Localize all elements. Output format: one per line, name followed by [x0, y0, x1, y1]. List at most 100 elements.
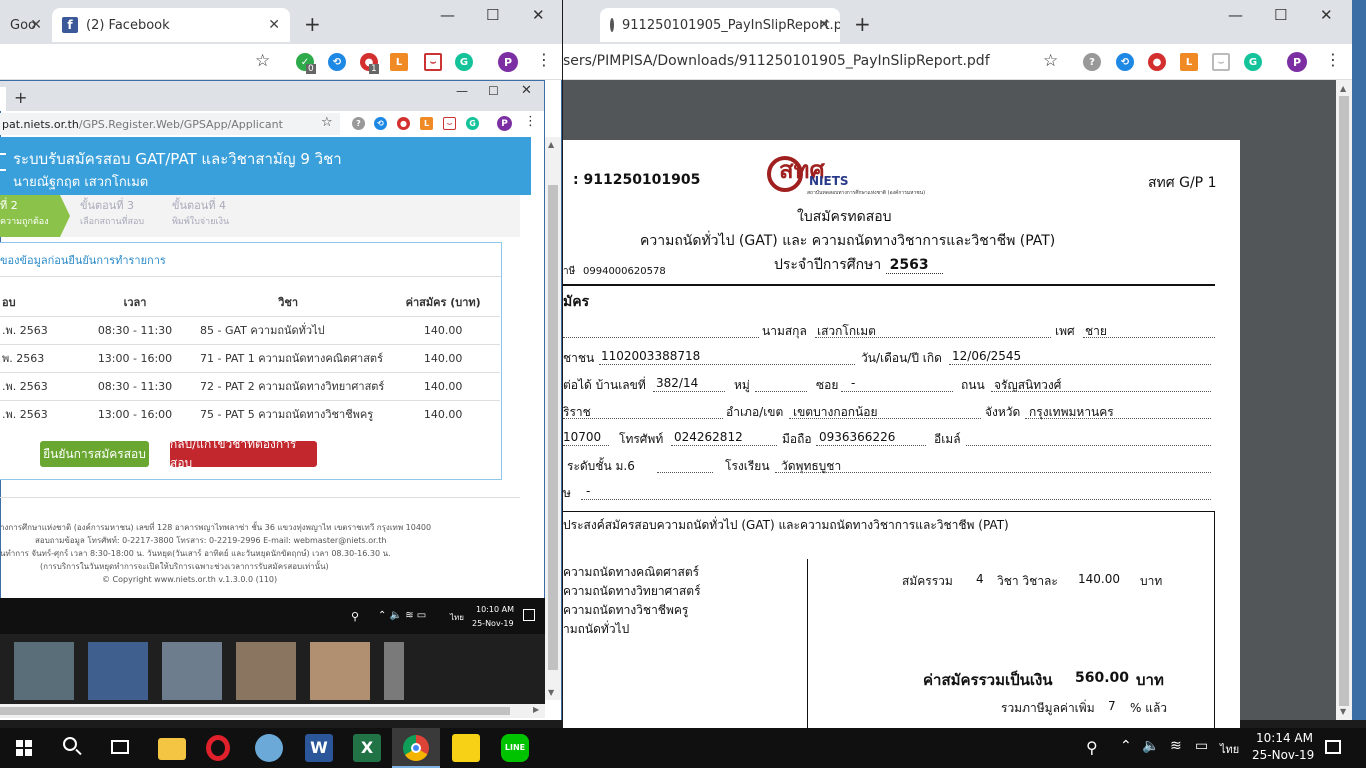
paint-icon[interactable]	[255, 734, 283, 762]
step-4-title: ขั้นตอนที่ 4	[172, 199, 227, 212]
mini-notification-icon[interactable]	[523, 609, 535, 621]
thumbnail-image[interactable]	[162, 642, 222, 700]
thumbnail-image[interactable]	[310, 642, 370, 700]
inner-new-tab-button[interactable]: +	[14, 88, 27, 107]
mini-people-icon[interactable]: ⚲	[351, 610, 359, 623]
wifi-icon[interactable]: ≋	[1170, 738, 1182, 754]
tray-chevron-icon[interactable]: ⌃	[1120, 738, 1132, 754]
inner-maximize-button[interactable]: ☐	[488, 84, 499, 98]
new-tab-button[interactable]: +	[304, 12, 321, 36]
back-edit-subjects-button[interactable]: กลับ/แก้ไขวิชาที่ต้องการสอบ	[170, 437, 317, 470]
extension-orange-icon[interactable]: L	[390, 53, 408, 71]
right-menu-icon[interactable]: ⋮	[1325, 50, 1341, 69]
bookmark-star-icon[interactable]: ☆	[255, 51, 270, 71]
inner-menu-icon[interactable]: ⋮	[524, 114, 537, 129]
confirm-registration-button[interactable]: ยืนยันการสมัครสอบ	[40, 441, 149, 467]
right-profile-avatar[interactable]: P	[1287, 52, 1307, 72]
tab-pdf[interactable]: 911250101905_PayInSlipReport.pdf ✕	[600, 8, 840, 42]
mini-tray-icons[interactable]: ⌃ 🔈 ≋ ▭	[378, 610, 426, 621]
file-explorer-icon[interactable]	[158, 738, 186, 760]
header-menu-icon[interactable]	[0, 153, 6, 171]
pdf-page: : 911250101905 สทศ NIETS สถาบันทดสอบทางก…	[563, 140, 1240, 731]
dots	[1025, 418, 1211, 419]
inner-extension-red-icon[interactable]: ●	[397, 117, 410, 130]
district-value: เขตบางกอกน้อย	[793, 405, 878, 419]
footer-line-copyright: © Copyright www.niets.or.th v.1.3.0.0 (1…	[102, 575, 278, 584]
inner-address-bar[interactable]: pat.niets.or.th/GPS.Register.Web/GPSApp/…	[0, 113, 340, 135]
extension-blue-icon[interactable]: ⟲	[328, 53, 346, 71]
clock-date[interactable]: 25-Nov-19	[1252, 748, 1314, 762]
close-icon[interactable]: ✕	[30, 17, 42, 33]
inner-extension-help-icon[interactable]: ?	[352, 117, 365, 130]
close-icon[interactable]: ✕	[268, 17, 280, 33]
sticky-notes-icon[interactable]	[452, 734, 480, 762]
clock-time[interactable]: 10:14 AM	[1256, 731, 1313, 745]
soi-value: -	[851, 376, 856, 390]
scroll-up-arrow-icon[interactable]: ▲	[548, 140, 554, 149]
right-close-button[interactable]: ✕	[1320, 6, 1333, 24]
year-label: ประจำปีการศึกษา	[774, 257, 882, 273]
task-view-icon[interactable]	[111, 740, 129, 754]
cell-date: .พ. 2563	[2, 380, 48, 393]
extension-grammarly-icon[interactable]: G	[455, 53, 473, 71]
close-window-button[interactable]: ✕	[532, 6, 545, 24]
right-minimize-button[interactable]: —	[1228, 6, 1243, 24]
close-icon[interactable]: ✕	[818, 17, 830, 33]
mini-lang[interactable]: ไทย	[450, 611, 464, 624]
volume-icon[interactable]: 🔈	[1142, 738, 1159, 754]
tab-google[interactable]: Goo ✕	[0, 8, 48, 42]
step-2-sub: ความถูกต้อง	[0, 217, 49, 227]
line-icon[interactable]: LINE	[501, 734, 529, 762]
footer-line-hours: นทำการ จันทร์-ศุกร์ เวลา 8:30-18:00 น. ว…	[0, 549, 391, 558]
pdf-scroll-down-icon[interactable]: ▼	[1340, 707, 1346, 716]
right-extension-orange-icon[interactable]: L	[1180, 53, 1198, 71]
thumbnail-image[interactable]	[384, 642, 404, 700]
thumbnail-image[interactable]	[236, 642, 296, 700]
language-indicator[interactable]: ไทย	[1220, 740, 1239, 758]
right-address-bar[interactable]: sers/PIMPISA/Downloads/911250101905_PayI…	[563, 48, 1023, 74]
people-icon[interactable]: ⚲	[1086, 738, 1098, 757]
right-extension-grammarly-icon[interactable]: G	[1244, 53, 1262, 71]
right-extension-help-icon[interactable]: ?	[1083, 53, 1101, 71]
scroll-right-arrow-icon[interactable]: ▶	[533, 705, 539, 714]
inner-minimize-button[interactable]: —	[456, 84, 468, 98]
extension-pocket-icon[interactable]: ⌣	[424, 53, 442, 71]
notification-icon[interactable]	[1325, 740, 1341, 754]
menu-icon[interactable]: ⋮	[536, 50, 552, 69]
inner-extension-pocket-icon[interactable]: ⌣	[443, 117, 456, 130]
minimize-button[interactable]: —	[440, 6, 455, 24]
inner-scroll-thumb[interactable]	[548, 185, 558, 670]
step-3-title: ขั้นตอนที่ 3	[80, 199, 135, 212]
inner-close-button[interactable]: ✕	[521, 83, 532, 98]
thumbnail-image[interactable]	[88, 642, 148, 700]
profile-avatar[interactable]: P	[498, 52, 518, 72]
subject-teacher: ความถนัดทางวิชาชีพครู	[563, 603, 689, 617]
maximize-button[interactable]: ☐	[486, 6, 499, 24]
thumbnail-image[interactable]	[14, 642, 74, 700]
battery-icon[interactable]: ▭	[1195, 738, 1208, 754]
right-extension-blue-icon[interactable]: ⟲	[1116, 53, 1134, 71]
inner-extension-blue-icon[interactable]: ⟲	[374, 117, 387, 130]
pdf-scroll-thumb[interactable]	[1339, 96, 1349, 706]
subjects-divider	[807, 559, 808, 731]
right-maximize-button[interactable]: ☐	[1274, 6, 1287, 24]
excel-icon[interactable]: X	[353, 734, 381, 762]
opera-icon[interactable]	[206, 735, 230, 761]
tab-facebook[interactable]: f (2) Facebook ✕	[52, 8, 290, 42]
inner-tab[interactable]	[0, 87, 6, 111]
right-extension-red-icon[interactable]: ●	[1148, 53, 1166, 71]
scroll-down-arrow-icon[interactable]: ▼	[548, 688, 554, 697]
inner-extension-orange-icon[interactable]: L	[420, 117, 433, 130]
inner-hscroll-thumb[interactable]	[0, 707, 510, 715]
dots	[755, 391, 807, 392]
word-icon[interactable]: W	[305, 734, 333, 762]
cell-fee: 140.00	[423, 407, 463, 421]
pdf-scroll-up-icon[interactable]: ▲	[1340, 84, 1346, 93]
inner-extension-grammarly-icon[interactable]: G	[466, 117, 479, 130]
inner-bookmark-star-icon[interactable]: ☆	[321, 115, 333, 130]
right-extension-pocket-icon[interactable]: ⌣	[1212, 53, 1230, 71]
right-bookmark-star-icon[interactable]: ☆	[1043, 51, 1058, 71]
windows-start-icon[interactable]	[16, 740, 32, 756]
right-new-tab-button[interactable]: +	[854, 12, 871, 36]
inner-profile-avatar[interactable]: P	[497, 116, 512, 131]
